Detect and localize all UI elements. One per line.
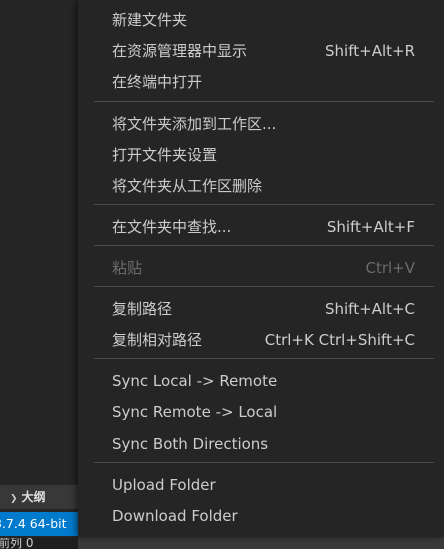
menu-item-sync-local-to-remote[interactable]: Sync Local -> Remote xyxy=(78,366,444,397)
outline-label: 大纲 xyxy=(21,490,46,504)
menu-item-shortcut: Shift+Alt+R xyxy=(325,42,415,60)
menu-item-label: 在资源管理器中显示 xyxy=(112,42,248,60)
menu-item-paste[interactable]: 粘贴 Ctrl+V xyxy=(78,253,444,284)
menu-item-shortcut: Shift+Alt+C xyxy=(324,300,415,318)
menu-item-open-folder-settings[interactable]: 打开文件夹设置 xyxy=(78,140,444,171)
menu-separator xyxy=(94,101,434,102)
menu-item-label: 复制路径 xyxy=(112,300,173,318)
menu-item-label: 打开文件夹设置 xyxy=(112,146,218,164)
menu-separator xyxy=(94,358,434,359)
menu-item-label: Download Folder xyxy=(112,507,238,525)
menu-separator xyxy=(94,204,434,205)
menu-item-label: 在终端中打开 xyxy=(112,73,203,91)
menu-separator xyxy=(94,245,434,246)
menu-item-shortcut: Shift+Alt+F xyxy=(326,218,415,236)
menu-item-label: 将文件夹从工作区删除 xyxy=(112,177,263,195)
screen: ❯ 大纲 3.7.4 64-bit 前列 0 新建文件夹 在资源管理器中显示 Sh… xyxy=(0,0,444,549)
menu-item-sync-remote-to-local[interactable]: Sync Remote -> Local xyxy=(78,397,444,428)
menu-item-open-in-terminal[interactable]: 在终端中打开 xyxy=(78,67,444,98)
menu-item-add-folder-to-workspace[interactable]: 将文件夹添加到工作区... xyxy=(78,109,444,140)
menu-separator xyxy=(94,462,434,463)
menu-item-copy-path[interactable]: 复制路径 Shift+Alt+C xyxy=(78,294,444,325)
python-version-label: 3.7.4 64-bit xyxy=(0,516,67,531)
python-interpreter-status[interactable]: 3.7.4 64-bit xyxy=(0,512,78,536)
cursor-position-label: 前列 0 xyxy=(0,538,34,549)
menu-item-find-in-folder[interactable]: 在文件夹中查找... Shift+Alt+F xyxy=(78,212,444,243)
menu-item-reveal-in-explorer[interactable]: 在资源管理器中显示 Shift+Alt+R xyxy=(78,36,444,67)
menu-item-label: 新建文件夹 xyxy=(112,11,188,29)
status-bar xyxy=(78,537,444,549)
sidebar-panel xyxy=(0,0,78,549)
menu-item-label: 在文件夹中查找... xyxy=(112,218,232,236)
menu-item-shortcut: Ctrl+K Ctrl+Shift+C xyxy=(264,331,415,349)
outline-section-header[interactable]: ❯ 大纲 xyxy=(0,485,78,509)
menu-item-upload-folder[interactable]: Upload Folder xyxy=(78,470,444,501)
menu-separator xyxy=(94,286,434,287)
menu-item-remove-folder-from-workspace[interactable]: 将文件夹从工作区删除 xyxy=(78,171,444,202)
menu-item-label: Sync Both Directions xyxy=(112,435,269,453)
menu-item-label: 复制相对路径 xyxy=(112,331,203,349)
menu-item-label: Sync Remote -> Local xyxy=(112,403,278,421)
status-bar-text: 前列 0 xyxy=(0,538,78,549)
menu-item-label: 粘贴 xyxy=(112,259,143,277)
menu-item-download-folder[interactable]: Download Folder xyxy=(78,501,444,532)
chevron-right-icon: ❯ xyxy=(10,494,18,504)
context-menu: 新建文件夹 在资源管理器中显示 Shift+Alt+R 在终端中打开 将文件夹添… xyxy=(78,0,444,537)
menu-item-new-folder[interactable]: 新建文件夹 xyxy=(78,5,444,36)
menu-item-label: Sync Local -> Remote xyxy=(112,372,278,390)
menu-item-copy-relative-path[interactable]: 复制相对路径 Ctrl+K Ctrl+Shift+C xyxy=(78,325,444,356)
menu-item-label: 将文件夹添加到工作区... xyxy=(112,115,277,133)
menu-item-label: Upload Folder xyxy=(112,476,216,494)
menu-item-shortcut: Ctrl+V xyxy=(365,259,415,277)
menu-item-sync-both-directions[interactable]: Sync Both Directions xyxy=(78,429,444,460)
